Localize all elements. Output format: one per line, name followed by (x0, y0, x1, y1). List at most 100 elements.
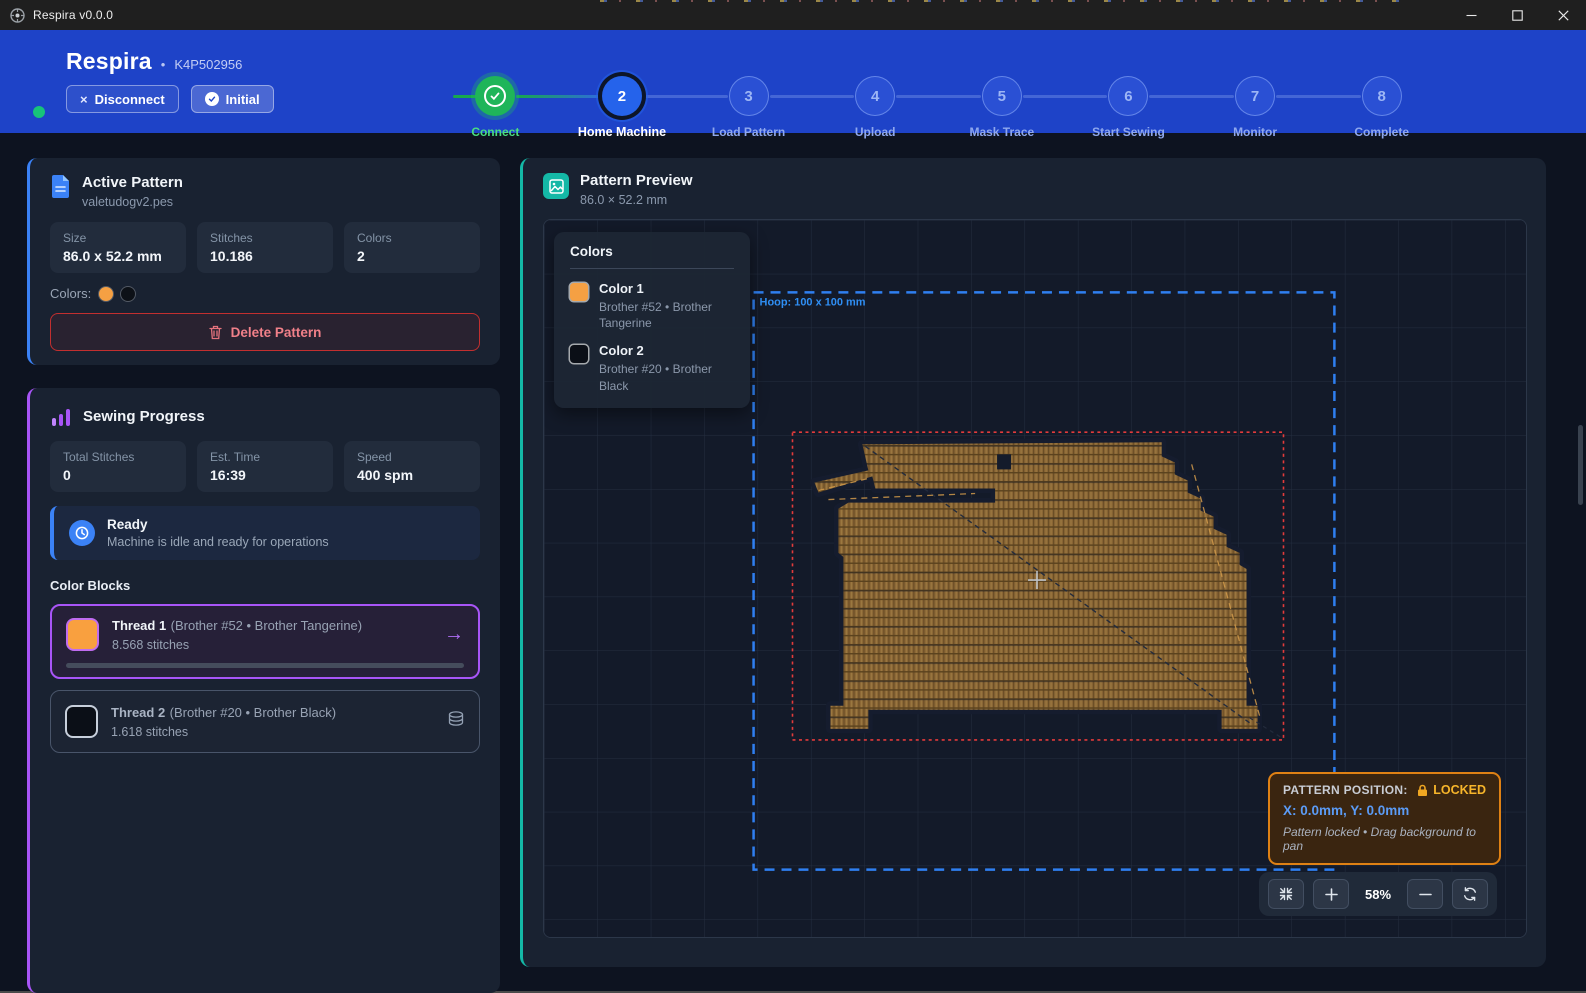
connection-status-dot (33, 106, 45, 118)
step-complete[interactable]: 8 Complete (1318, 76, 1445, 139)
delete-pattern-button[interactable]: Delete Pattern (50, 313, 480, 351)
app-window: Respira v0.0.0 Respira • K4P502956 × (0, 0, 1586, 993)
stat-stitches: Stitches 10.186 (197, 222, 333, 273)
step-start-sewing[interactable]: 6 Start Sewing (1065, 76, 1192, 139)
workflow-stepper: Connect 2 Home Machine 3 Load Pattern 4 … (432, 76, 1445, 139)
legend-swatch-2 (570, 345, 588, 363)
plus-icon (1325, 888, 1338, 901)
colors-legend: Colors Color 1 Brother #52 • Brother Tan… (554, 232, 750, 408)
thread-1-progress (66, 663, 464, 668)
scrollbar-thumb[interactable] (1578, 425, 1583, 505)
thread-block-1[interactable]: Thread 1 (Brother #52 • Brother Tangerin… (50, 604, 480, 679)
locked-badge: LOCKED (1433, 783, 1486, 797)
pan-hint: Pattern locked • Drag background to pan (1283, 825, 1486, 853)
pattern-coordinates: X: 0.0mm, Y: 0.0mm (1283, 803, 1486, 818)
active-pattern-title: Active Pattern (82, 174, 183, 191)
bar-chart-icon (50, 405, 72, 428)
preview-canvas[interactable]: Hoop: 100 x 100 mm (543, 219, 1527, 938)
step-label: Load Pattern (712, 125, 785, 139)
layers-icon (447, 710, 465, 733)
disconnect-label: Disconnect (95, 92, 165, 107)
color-blocks-label: Color Blocks (50, 578, 480, 593)
stat-colors: Colors 2 (344, 222, 480, 273)
disconnect-button[interactable]: × Disconnect (66, 85, 179, 113)
thread-1-swatch (66, 618, 99, 651)
step-number: 4 (855, 76, 895, 116)
step-label: Complete (1354, 125, 1409, 139)
image-icon (543, 172, 569, 207)
titlebar: Respira v0.0.0 (0, 0, 1586, 30)
thread-block-2[interactable]: Thread 2 (Brother #20 • Brother Black) 1… (50, 690, 480, 753)
trash-icon (209, 325, 222, 340)
legend-title: Colors (570, 244, 734, 269)
step-number: 5 (982, 76, 1022, 116)
maximize-button[interactable] (1494, 0, 1540, 30)
step-upload[interactable]: 4 Upload (812, 76, 939, 139)
fit-to-view-button[interactable] (1268, 879, 1304, 909)
step-label: Connect (471, 125, 519, 139)
serial-separator: • (161, 57, 166, 72)
zoom-controls: 58% (1259, 872, 1497, 916)
step-connect[interactable]: Connect (432, 76, 559, 139)
compress-icon (1279, 887, 1293, 901)
step-label: Monitor (1233, 125, 1277, 139)
zoom-out-button[interactable] (1407, 879, 1443, 909)
legend-swatch-1 (570, 283, 588, 301)
step-monitor[interactable]: 7 Monitor (1192, 76, 1319, 139)
sewing-progress-card: Sewing Progress Total Stitches 0 Est. Ti… (27, 388, 500, 993)
close-button[interactable] (1540, 0, 1586, 30)
stat-size: Size 86.0 x 52.2 mm (50, 222, 186, 273)
legend-entry-2: Color 2 Brother #20 • Brother Black (570, 343, 734, 393)
step-number: 2 (602, 76, 642, 116)
step-number: 3 (729, 76, 769, 116)
minus-icon (1419, 888, 1432, 901)
sewing-progress-title: Sewing Progress (83, 405, 205, 428)
check-circle-icon (205, 92, 219, 106)
step-label: Start Sewing (1092, 125, 1165, 139)
color-dot-1 (99, 287, 113, 301)
machine-status-title: Ready (107, 517, 329, 532)
window-title: Respira v0.0.0 (33, 8, 113, 22)
legend-entry-1: Color 1 Brother #52 • Brother Tangerine (570, 281, 734, 331)
stat-speed: Speed 400 spm (344, 441, 480, 492)
step-done-icon (475, 76, 515, 116)
lock-icon (1417, 784, 1428, 797)
active-pattern-card: Active Pattern valetudogv2.pes Size 86.0… (27, 158, 500, 365)
app-brand: Respira (66, 48, 152, 75)
color-dot-2 (121, 287, 135, 301)
initial-label: Initial (226, 92, 260, 107)
arrow-right-icon: → (444, 623, 464, 646)
step-home-machine[interactable]: 2 Home Machine (559, 76, 686, 139)
step-number: 8 (1362, 76, 1402, 116)
pattern-position-label: PATTERN POSITION: (1283, 783, 1408, 797)
colors-row-label: Colors: (50, 286, 91, 301)
header: Respira • K4P502956 × Disconnect Initial (0, 30, 1586, 133)
hoop-label: Hoop: 100 x 100 mm (760, 296, 866, 308)
step-number: 7 (1235, 76, 1275, 116)
step-label: Upload (855, 125, 896, 139)
pattern-notch (997, 454, 1011, 469)
close-icon: × (80, 92, 88, 107)
pattern-filename: valetudogv2.pes (82, 195, 183, 209)
machine-serial: K4P502956 (174, 57, 242, 72)
app-icon (10, 8, 25, 23)
zoom-in-button[interactable] (1313, 879, 1349, 909)
document-icon (50, 174, 71, 209)
zoom-level: 58% (1358, 887, 1398, 902)
minimize-button[interactable] (1448, 0, 1494, 30)
pattern-dimensions: 86.0 × 52.2 mm (580, 193, 693, 207)
step-mask-trace[interactable]: 5 Mask Trace (939, 76, 1066, 139)
stat-total-stitches: Total Stitches 0 (50, 441, 186, 492)
step-label: Home Machine (578, 125, 666, 139)
machine-status-desc: Machine is idle and ready for operations (107, 535, 329, 549)
machine-status-banner: Ready Machine is idle and ready for oper… (50, 506, 480, 560)
step-load-pattern[interactable]: 3 Load Pattern (685, 76, 812, 139)
stat-est-time: Est. Time 16:39 (197, 441, 333, 492)
stepper-lead-line (453, 95, 476, 98)
initial-button[interactable]: Initial (191, 85, 274, 113)
pattern-preview-card: Pattern Preview 86.0 × 52.2 mm (520, 158, 1546, 967)
background-window-artifact (600, 0, 1410, 2)
step-label: Mask Trace (969, 125, 1034, 139)
pattern-position-overlay: PATTERN POSITION: LOCKED X: 0.0mm, Y: 0.… (1268, 772, 1501, 865)
reset-view-button[interactable] (1452, 879, 1488, 909)
